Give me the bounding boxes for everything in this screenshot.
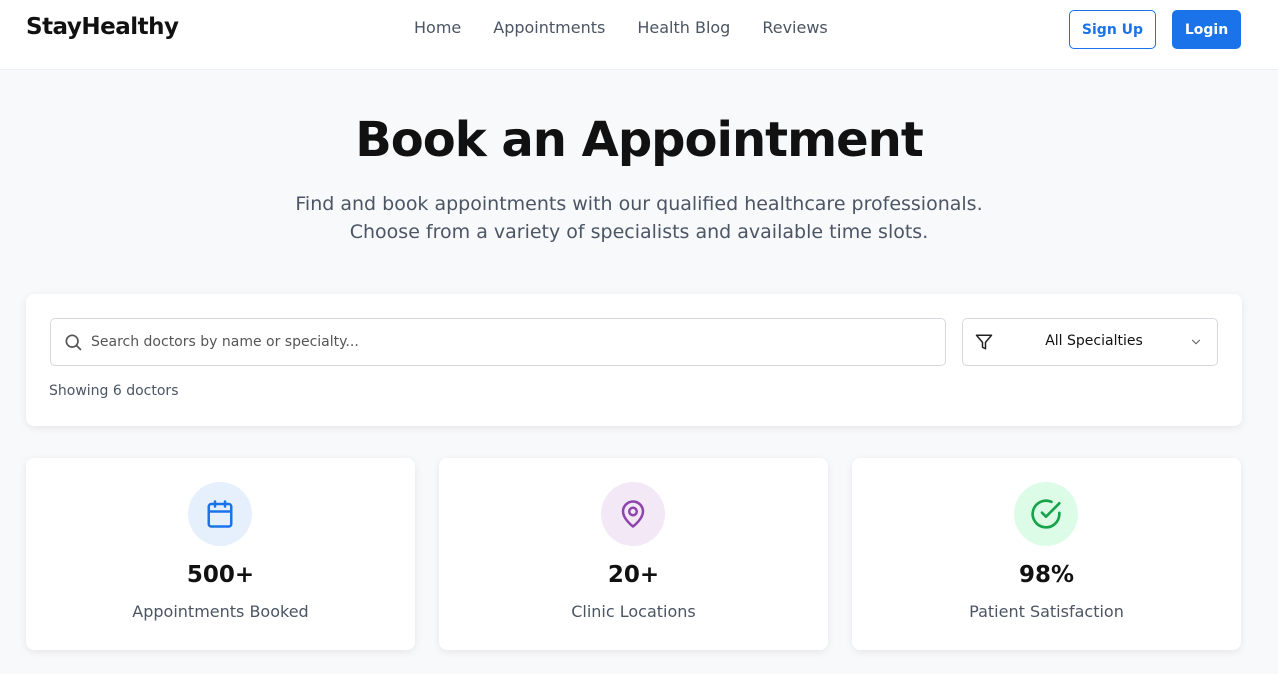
subtitle-line-2: Choose from a variety of specialists and… xyxy=(349,221,929,243)
chevron-down-icon xyxy=(1191,339,1201,345)
check-circle-icon xyxy=(1031,499,1061,529)
search-input[interactable] xyxy=(91,319,931,365)
calendar-icon xyxy=(207,500,233,528)
navbar: StayHealthy Home Appointments Health Blo… xyxy=(0,0,1278,70)
subtitle-line-1: Find and book appointments with our qual… xyxy=(295,193,983,215)
specialty-filter-select[interactable]: All Specialties xyxy=(962,318,1218,366)
stat-card-appointments: 500+ Appointments Booked xyxy=(26,458,415,650)
stat-card-locations: 20+ Clinic Locations xyxy=(439,458,828,650)
nav-link-reviews[interactable]: Reviews xyxy=(762,18,827,37)
nav-link-appointments[interactable]: Appointments xyxy=(493,18,605,37)
brand-logo[interactable]: StayHealthy xyxy=(26,14,179,40)
stat-value: 20+ xyxy=(607,562,660,588)
stat-value: 98% xyxy=(1018,562,1075,588)
stat-icon-circle xyxy=(1014,482,1078,546)
stat-label: Clinic Locations xyxy=(571,602,696,621)
nav-link-health-blog[interactable]: Health Blog xyxy=(637,18,730,37)
stat-card-satisfaction: 98% Patient Satisfaction xyxy=(852,458,1241,650)
specialty-filter-value: All Specialties xyxy=(1045,333,1143,349)
search-box[interactable] xyxy=(50,318,946,366)
stat-label: Patient Satisfaction xyxy=(969,602,1124,621)
signup-button[interactable]: Sign Up xyxy=(1069,10,1156,49)
stat-icon-circle xyxy=(601,482,665,546)
result-count: Showing 6 doctors xyxy=(49,383,179,399)
search-icon xyxy=(65,334,82,351)
nav-links: Home Appointments Health Blog Reviews xyxy=(414,18,860,37)
stat-icon-circle xyxy=(188,482,252,546)
map-pin-icon xyxy=(621,500,645,528)
nav-link-home[interactable]: Home xyxy=(414,18,461,37)
page-subtitle: Find and book appointments with our qual… xyxy=(0,190,1278,246)
filter-icon xyxy=(975,334,993,350)
stats-section: 500+ Appointments Booked 20+ Clinic Loca… xyxy=(26,458,1242,650)
stat-value: 500+ xyxy=(186,562,255,588)
stat-label: Appointments Booked xyxy=(132,602,309,621)
login-button[interactable]: Login xyxy=(1172,10,1241,49)
search-card: All Specialties Showing 6 doctors xyxy=(26,294,1242,426)
page-title: Book an Appointment xyxy=(355,112,924,168)
